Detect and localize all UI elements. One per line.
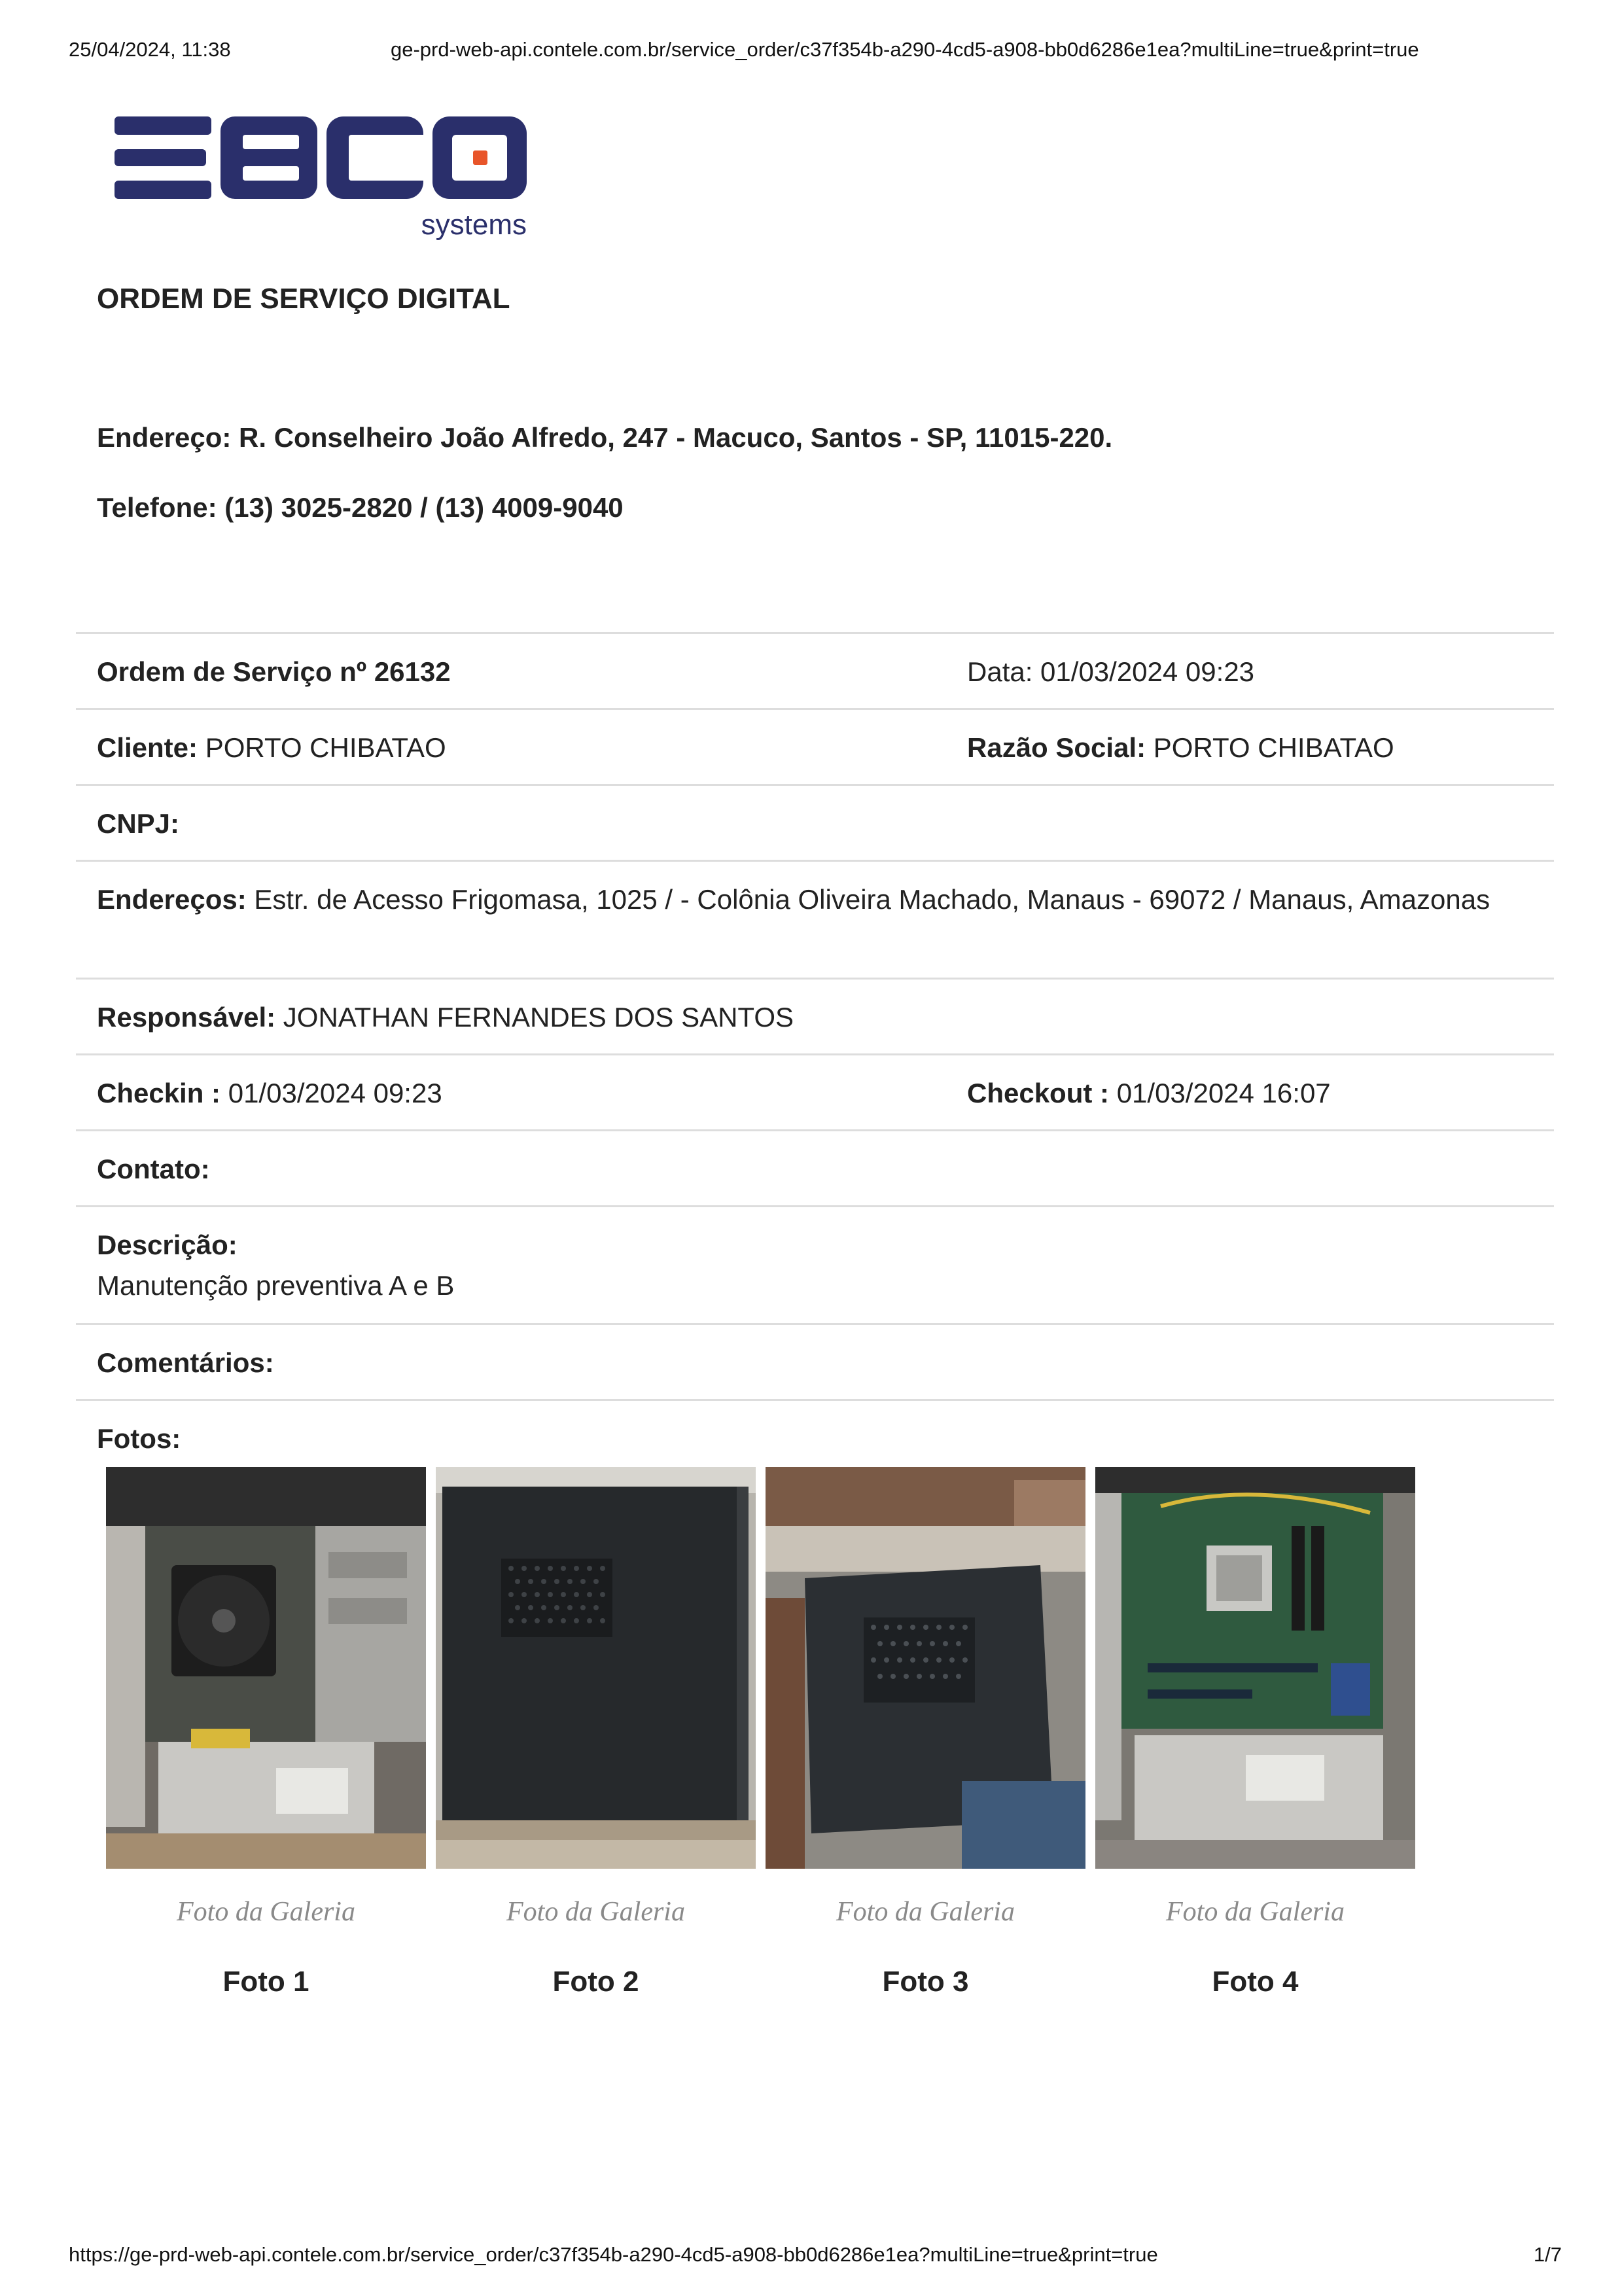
footer-url: https://ge-prd-web-api.contele.com.br/se… (69, 2243, 1158, 2266)
photo-3-image[interactable] (766, 1467, 1085, 1869)
logo-tagline: systems (421, 209, 527, 241)
company-address: Endereço: R. Conselheiro João Alfredo, 2… (97, 422, 1113, 453)
photo-2-image[interactable] (436, 1467, 756, 1869)
print-datetime: 25/04/2024, 11:38 (69, 38, 231, 61)
description-value: Manutenção preventiva A e B (97, 1270, 455, 1301)
checkout: Checkout : 01/03/2024 16:07 (967, 1073, 1331, 1114)
order-number-row: Ordem de Serviço nº 26132 Data: 01/03/20… (76, 634, 1554, 710)
comments-row: Comentários: (76, 1325, 1554, 1401)
photo-1-label: Foto 1 (222, 1966, 309, 1998)
photo-3-caption: Foto da Galeria (836, 1897, 1015, 1927)
razao-social: Razão Social: PORTO CHIBATAO (967, 728, 1394, 768)
cnpj-row: CNPJ: (76, 786, 1554, 862)
checkin-label: Checkin : (97, 1078, 221, 1108)
print-url: ge-prd-web-api.contele.com.br/service_or… (391, 38, 1419, 61)
client-row: Cliente: PORTO CHIBATAO Razão Social: PO… (76, 710, 1554, 786)
checkin-row: Checkin : 01/03/2024 09:23 Checkout : 01… (76, 1055, 1554, 1131)
photo-gallery: Foto da Galeria Foto 1 Foto da Galeria F… (106, 1467, 1415, 2056)
responsible-label: Responsável: (97, 1002, 276, 1033)
ebco-logo: systems (115, 116, 527, 241)
photo-2[interactable]: Foto da Galeria Foto 2 (436, 1467, 756, 1998)
description-label: Descrição: (97, 1229, 238, 1260)
responsible-row: Responsável: JONATHAN FERNANDES DOS SANT… (76, 980, 1554, 1055)
razao-value: PORTO CHIBATAO (1153, 732, 1394, 763)
photos-label: Fotos: (97, 1423, 181, 1454)
photo-4[interactable]: Foto da Galeria Foto 4 (1095, 1467, 1415, 1998)
order-number: Ordem de Serviço nº 26132 (97, 656, 451, 687)
addresses-row: Endereços: Estr. de Acesso Frigomasa, 10… (76, 862, 1554, 980)
photo-1-image[interactable] (106, 1467, 426, 1869)
order-info-table: Ordem de Serviço nº 26132 Data: 01/03/20… (76, 632, 1554, 1479)
photo-2-label: Foto 2 (552, 1966, 639, 1998)
photo-3-label: Foto 3 (882, 1966, 969, 1998)
print-footer: https://ge-prd-web-api.contele.com.br/se… (0, 2243, 1622, 2272)
responsible-value: JONATHAN FERNANDES DOS SANTOS (283, 1002, 794, 1033)
page-number: 1/7 (1533, 2243, 1562, 2266)
checkout-value: 01/03/2024 16:07 (1116, 1078, 1331, 1108)
photo-4-caption: Foto da Galeria (1166, 1897, 1345, 1927)
photo-3[interactable]: Foto da Galeria Foto 3 (766, 1467, 1085, 1998)
client-label: Cliente: (97, 732, 198, 763)
contact-row: Contato: (76, 1131, 1554, 1207)
cnpj-label: CNPJ: (97, 808, 180, 839)
photo-2-caption: Foto da Galeria (506, 1897, 685, 1927)
addresses-label: Endereços: (97, 884, 247, 915)
photo-4-label: Foto 4 (1212, 1966, 1299, 1998)
order-date: Data: 01/03/2024 09:23 (967, 656, 1255, 687)
client-value: PORTO CHIBATAO (205, 732, 446, 763)
print-header: 25/04/2024, 11:38 ge-prd-web-api.contele… (0, 38, 1622, 67)
company-phone: Telefone: (13) 3025-2820 / (13) 4009-904… (97, 492, 624, 523)
addresses-value: Estr. de Acesso Frigomasa, 1025 / - Colô… (254, 884, 1490, 915)
photo-4-image[interactable] (1095, 1467, 1415, 1869)
document-title: ORDEM DE SERVIÇO DIGITAL (97, 283, 510, 315)
photo-1[interactable]: Foto da Galeria Foto 1 (106, 1467, 426, 1998)
contact-label: Contato: (97, 1154, 210, 1184)
photo-1-caption: Foto da Galeria (177, 1897, 355, 1927)
checkout-label: Checkout : (967, 1078, 1110, 1108)
checkin-value: 01/03/2024 09:23 (228, 1078, 442, 1108)
comments-label: Comentários: (97, 1347, 274, 1378)
razao-label: Razão Social: (967, 732, 1146, 763)
description-row: Descrição: Manutenção preventiva A e B (76, 1207, 1554, 1325)
